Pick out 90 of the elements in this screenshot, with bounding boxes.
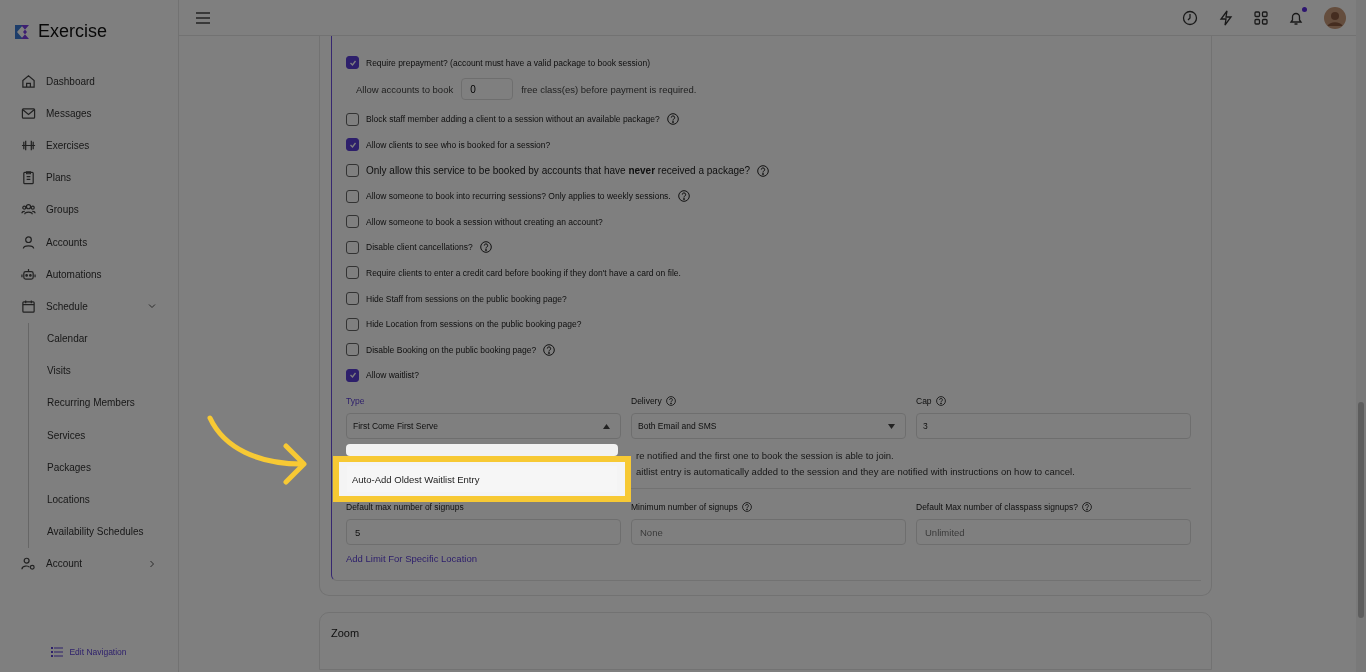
- nav-item[interactable]: Plans: [21, 161, 178, 194]
- menu-icon[interactable]: [196, 11, 210, 24]
- select-field[interactable]: Both Email and SMS: [631, 413, 906, 440]
- option-label: Require prepayment? (account must have a valid package to book session): [366, 57, 650, 68]
- number-input[interactable]: None: [631, 519, 906, 546]
- lightning-icon[interactable]: [1218, 9, 1234, 26]
- option-label: Only allow this service to be booked by accounts that have never received a package?: [366, 165, 751, 177]
- app-name: Exercise: [38, 21, 108, 42]
- avatar[interactable]: [1324, 6, 1346, 29]
- checkbox[interactable]: [346, 368, 359, 382]
- usergear-icon: [21, 556, 36, 572]
- option-label: Block staff member adding a client to a session without an available package?: [366, 114, 660, 125]
- field-label: Cap: [916, 395, 932, 406]
- field-label: Delivery: [631, 395, 662, 406]
- option-label: Allow someone to book a session without creating an account?: [366, 216, 603, 227]
- caret-icon: [603, 423, 610, 429]
- free-classes-input[interactable]: 0: [461, 78, 514, 101]
- nav-item[interactable]: Schedule: [21, 290, 178, 323]
- option-label: Disable client cancellations?: [366, 242, 473, 253]
- checkbox[interactable]: [346, 317, 359, 331]
- nav-subitem[interactable]: Availability Schedules: [47, 515, 178, 548]
- scrollbar[interactable]: [1356, 0, 1366, 672]
- cap-input[interactable]: 3: [916, 413, 1191, 440]
- checkbox[interactable]: [346, 343, 359, 357]
- checkbox[interactable]: [346, 292, 359, 306]
- grid-icon[interactable]: [1254, 10, 1268, 25]
- help-icon[interactable]: [677, 190, 690, 203]
- nav-item[interactable]: Automations: [21, 258, 178, 291]
- home-icon: [21, 73, 36, 89]
- clock-icon[interactable]: [1182, 9, 1198, 26]
- caret-icon: [888, 423, 895, 429]
- checkbox[interactable]: [346, 164, 359, 178]
- nav-item[interactable]: Dashboard: [21, 65, 178, 98]
- option-label: Hide Location from sessions on the public booking page?: [366, 319, 582, 330]
- option-label: Hide Staff from sessions on the public booking page?: [366, 293, 567, 304]
- field-label: Type: [346, 395, 365, 406]
- option-label: Allow clients to see who is booked for a session?: [366, 140, 551, 150]
- number-input[interactable]: 5: [346, 519, 621, 546]
- number-input[interactable]: Unlimited: [916, 519, 1191, 546]
- check-icon: [348, 58, 357, 67]
- mail-icon: [21, 105, 36, 121]
- select-field[interactable]: First Come First Serve: [346, 413, 621, 440]
- help-icon[interactable]: [935, 395, 946, 406]
- checkbox[interactable]: [346, 56, 359, 70]
- nav-subitem[interactable]: Packages: [47, 451, 178, 484]
- option-label: Require clients to enter a credit card before booking if they don't have a card on file.: [366, 267, 681, 278]
- check-icon: [348, 141, 357, 149]
- nav-subitem[interactable]: Calendar: [47, 322, 178, 355]
- free-classes-suffix: free class(es) before payment is required.: [521, 83, 697, 95]
- help-icon[interactable]: [741, 501, 752, 512]
- help-icon[interactable]: [757, 164, 770, 177]
- help-icon[interactable]: [1082, 501, 1093, 512]
- user-icon: [21, 234, 36, 250]
- checkbox[interactable]: [346, 240, 359, 254]
- description-text: re notified and the first one to book the session is able to join.: [636, 450, 895, 464]
- list-icon: [51, 647, 64, 657]
- nav-item[interactable]: Messages: [21, 97, 178, 130]
- option-label: Disable Booking on the public booking page?: [366, 344, 537, 355]
- field-label: Default Max number of classpass signups?: [916, 501, 1079, 512]
- free-classes-prefix: Allow accounts to book: [356, 83, 454, 95]
- calendar-icon: [21, 298, 36, 314]
- nav-item[interactable]: Accounts: [21, 225, 178, 259]
- nav-item[interactable]: Account: [21, 547, 178, 580]
- edit-navigation-link[interactable]: Edit Navigation: [51, 647, 127, 657]
- checkbox[interactable]: [346, 189, 359, 203]
- checkbox[interactable]: [346, 138, 359, 152]
- option-label: Allow waitlist?: [366, 370, 419, 381]
- checkbox[interactable]: [346, 215, 359, 229]
- section-title: Zoom: [331, 627, 361, 640]
- check-icon: [348, 371, 357, 380]
- robot-icon: [21, 266, 36, 282]
- checkbox[interactable]: [346, 112, 359, 126]
- logo-icon: [13, 22, 31, 41]
- help-icon[interactable]: [543, 343, 556, 356]
- add-limit-link[interactable]: Add Limit For Specific Location: [346, 553, 477, 565]
- nav-item[interactable]: Exercises: [21, 129, 178, 162]
- help-icon[interactable]: [666, 113, 679, 126]
- help-icon[interactable]: [479, 241, 492, 254]
- nav-subitem[interactable]: Recurring Members: [47, 386, 178, 420]
- option-label: Allow someone to book into recurring sessions? Only applies to weekly sessions.: [366, 191, 671, 202]
- nav-subitem[interactable]: Visits: [47, 354, 178, 387]
- nav-subitem[interactable]: Locations: [47, 483, 178, 516]
- clipboard-icon: [21, 170, 36, 186]
- help-icon[interactable]: [665, 395, 676, 406]
- field-label: Default max number of signups: [346, 501, 464, 512]
- checkbox[interactable]: [346, 266, 359, 280]
- nav-item[interactable]: Groups: [21, 193, 178, 226]
- nav-subitem[interactable]: Services: [47, 419, 178, 452]
- description-text: aitlist entry is automatically added to the session and they are notified with instructions on how to cancel.: [636, 466, 1076, 480]
- field-label: Minimum number of signups: [631, 501, 738, 512]
